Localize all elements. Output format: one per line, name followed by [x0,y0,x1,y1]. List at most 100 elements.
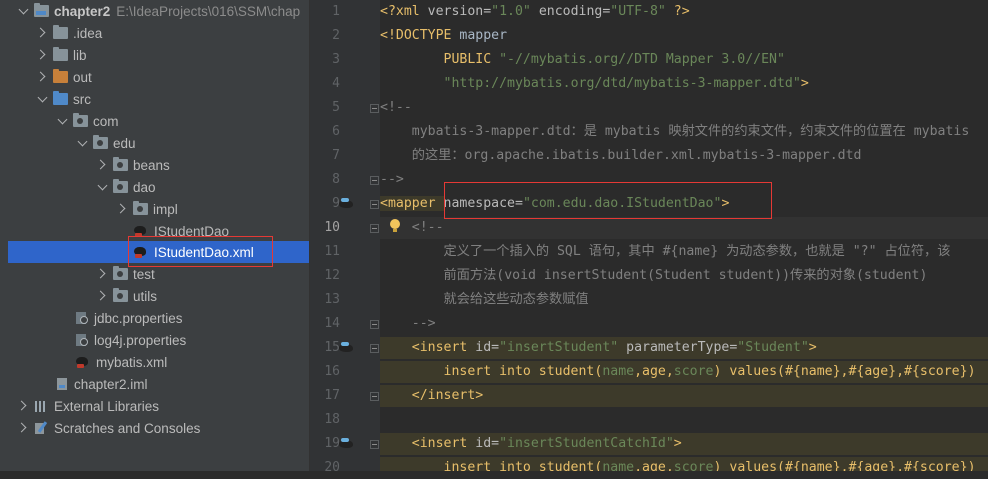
line-number: 15 [324,340,340,355]
tree-item-beans[interactable]: beans [8,154,309,176]
doctype-system-id: "http://mybatis.org/dtd/mybatis-3-mapper… [443,76,801,91]
tree-item-out[interactable]: out [8,66,309,88]
chevron-right-icon[interactable] [16,421,30,435]
fold-icon[interactable] [370,320,379,329]
line-number: 5 [332,100,340,115]
tree-root-path: E:\IdeaProjects\016\SSM\chap [116,3,301,19]
comment: mybatis-3-mapper.dtd：是 mybatis 映射文件的约束文件… [380,124,970,139]
tag-open: <insert [380,340,476,355]
tree-item-label: beans [133,157,170,173]
tree-item-chapter2-iml[interactable]: chapter2.iml [8,373,309,395]
iml-file-icon [55,377,69,391]
fold-icon[interactable] [370,176,379,185]
code-line: <!-- [380,97,988,119]
chevron-right-icon[interactable] [95,267,109,281]
sql-column: score [673,460,714,471]
line-number: 16 [324,364,340,379]
code-line: --> [380,313,988,335]
sql: insert into student( [380,364,603,379]
mybatis-xml-icon [75,355,91,369]
doctype-name: mapper [459,28,508,43]
comment: --> [380,316,436,331]
mybatis-navigate-icon[interactable] [338,437,354,451]
chevron-right-icon[interactable] [16,399,30,413]
line-number-current: 10 [324,220,340,235]
chevron-right-icon[interactable] [95,158,109,172]
folder-icon [53,47,68,61]
chevron-down-icon[interactable] [75,136,89,150]
attr-value: "Student" [737,340,809,355]
tree-root-row[interactable]: chapter2 E:\IdeaProjects\016\SSM\chap [8,0,309,22]
folder-icon [53,25,68,39]
sql: ) [713,460,730,471]
code-editor[interactable]: <?xml version="1.0" encoding="UTF-8" ?> … [380,0,988,471]
code-line: 的这里：org.apache.ibatis.builder.xml.mybati… [380,145,988,167]
fold-icon[interactable] [370,344,379,353]
line-number: 6 [332,124,340,139]
code-line: 就会给这些动态参数赋值 [380,289,988,311]
line-number: 17 [324,388,340,403]
tree-item-jdbc-properties[interactable]: jdbc.properties [8,307,309,329]
fold-icon[interactable] [370,224,379,233]
tree-item-scratches[interactable]: Scratches and Consoles [8,417,309,439]
code-line: insert into student(name,age,score) valu… [380,361,988,383]
line-number: 4 [332,76,340,91]
code-line: insert into student(name,age,score) valu… [380,457,988,471]
chevron-down-icon[interactable] [16,4,30,18]
chevron-down-icon[interactable] [55,114,69,128]
tag-open: <insert [380,436,476,451]
excluded-folder-icon [53,69,68,83]
attr-value: "1.0" [491,4,531,19]
fold-icon[interactable] [370,104,379,113]
attr-value: "UTF-8" [610,4,666,19]
package-icon [133,201,148,215]
fold-icon[interactable] [370,200,379,209]
properties-file-icon [75,333,89,347]
tag-close: > [808,340,817,355]
project-tree: chapter2 E:\IdeaProjects\016\SSM\chap .i… [8,0,309,471]
chevron-right-icon[interactable] [35,48,49,62]
sql: insert into student( [380,460,603,471]
properties-file-icon [75,311,89,325]
tree-item-com[interactable]: com [8,110,309,132]
tree-item-mybatis-xml[interactable]: mybatis.xml [8,351,309,373]
mybatis-navigate-icon[interactable] [338,197,354,211]
code-line: <insert id="insertStudentCatchId"> [380,433,988,455]
tree-item-label: jdbc.properties [94,310,183,326]
fold-icon[interactable] [370,440,379,449]
sql-keyword: values [729,460,778,471]
tree-item-lib[interactable]: lib [8,44,309,66]
line-number: 12 [324,268,340,283]
tree-item-label: chapter2.iml [74,376,148,392]
chevron-down-icon[interactable] [95,180,109,194]
mybatis-navigate-icon[interactable] [338,341,354,355]
tree-item-idea[interactable]: .idea [8,22,309,44]
annotation-highlight-file [128,236,273,267]
chevron-down-icon[interactable] [35,92,49,106]
line-number: 7 [332,148,340,163]
sql: ) [713,364,730,379]
tree-item-impl[interactable]: impl [8,198,309,220]
line-number: 1 [332,4,340,19]
chevron-right-icon[interactable] [115,202,129,216]
tree-item-external-libraries[interactable]: External Libraries [8,395,309,417]
code-line: <!DOCTYPE mapper [380,25,988,47]
chevron-right-icon[interactable] [95,289,109,303]
sql-keyword: values [729,364,778,379]
chevron-right-icon[interactable] [35,70,49,84]
intention-bulb-icon[interactable] [389,218,401,234]
tree-item-log4j-properties[interactable]: log4j.properties [8,329,309,351]
sql: ,age, [634,460,674,471]
tree-item-src[interactable]: src [8,88,309,110]
chevron-right-icon[interactable] [35,26,49,40]
tree-item-utils[interactable]: utils [8,285,309,307]
code-line: PUBLIC "-//mybatis.org//DTD Mapper 3.0//… [380,49,988,71]
attr-name: id= [475,436,500,451]
sql: ,age, [634,364,674,379]
tree-item-edu[interactable]: edu [8,132,309,154]
fold-icon[interactable] [370,392,379,401]
libraries-icon [34,400,49,413]
line-number: 9 [332,196,340,211]
tree-item-dao[interactable]: dao [8,176,309,198]
